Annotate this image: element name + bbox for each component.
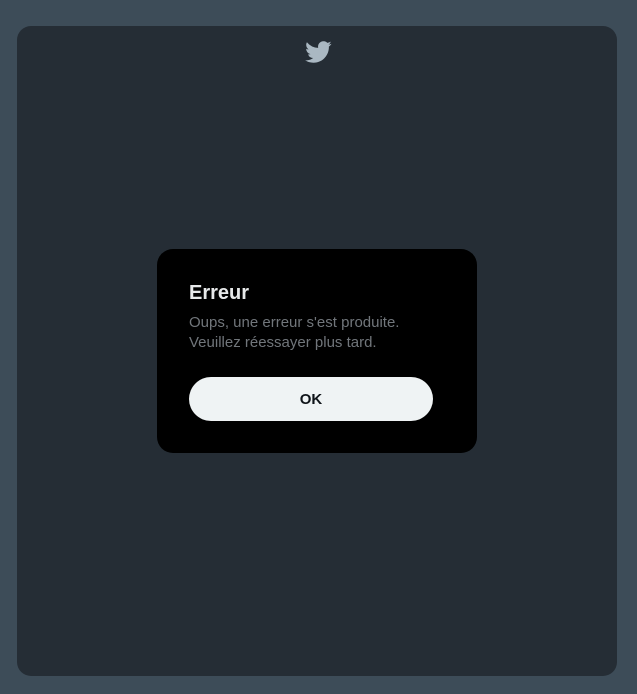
modal-container: Erreur Oups, une erreur s'est produite. … bbox=[17, 26, 617, 676]
twitter-bird-icon bbox=[303, 38, 333, 66]
dialog-message: Oups, une erreur s'est produite. Veuille… bbox=[189, 314, 400, 351]
ok-button[interactable]: OK bbox=[189, 377, 433, 421]
error-dialog: Erreur Oups, une erreur s'est produite. … bbox=[157, 249, 477, 453]
dialog-title: Erreur bbox=[189, 282, 250, 304]
